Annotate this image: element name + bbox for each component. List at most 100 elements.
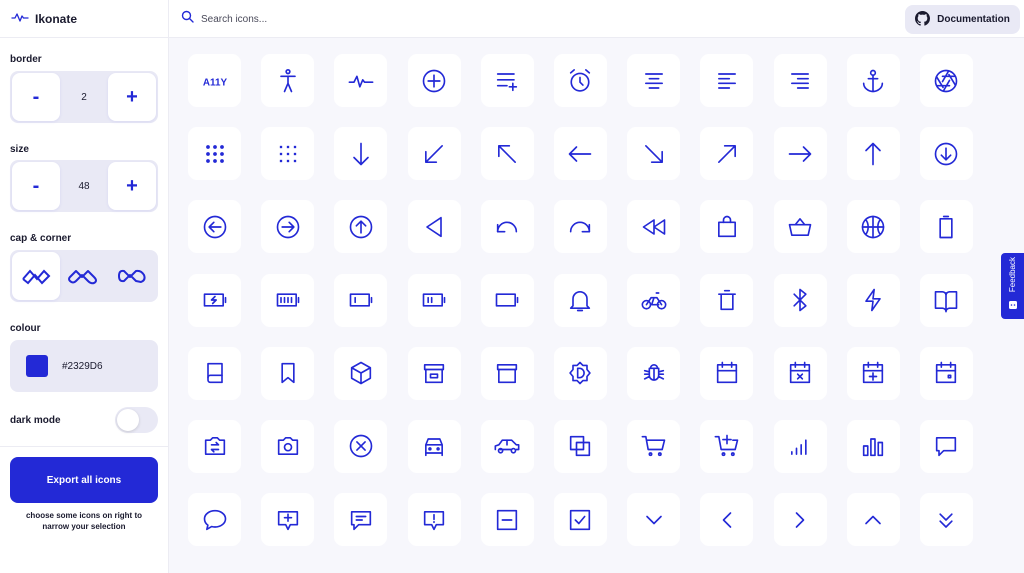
book-tile[interactable]: [188, 346, 241, 400]
chevron-right-tile[interactable]: [773, 493, 827, 547]
bookmark-tile[interactable]: [261, 346, 315, 400]
arrow-left-circle-tile[interactable]: [188, 200, 241, 254]
feedback-tab[interactable]: Feedback: [1001, 253, 1024, 319]
align-right-tile[interactable]: [773, 54, 827, 107]
rewind-tile[interactable]: [627, 200, 681, 254]
search-input[interactable]: [201, 13, 501, 25]
checkbox-icon: [570, 509, 591, 530]
car-side-tile[interactable]: [480, 419, 534, 473]
calendar-add-tile[interactable]: [846, 346, 900, 400]
align-center-tile[interactable]: [627, 54, 681, 107]
car-front-tile[interactable]: [407, 419, 461, 473]
dark-mode-toggle[interactable]: [115, 407, 158, 433]
arrow-up-circle-tile[interactable]: [334, 200, 388, 254]
box-tile[interactable]: [334, 346, 388, 400]
size-increase-button[interactable]: +: [108, 162, 156, 210]
battery-tile[interactable]: [919, 200, 973, 254]
cart-tile[interactable]: [627, 419, 681, 473]
arrow-down-tile[interactable]: [334, 127, 388, 181]
brand[interactable]: Ikonate: [0, 0, 168, 38]
bin-tile[interactable]: [700, 273, 754, 327]
box-alt-tile[interactable]: [407, 346, 461, 400]
checkbox-tile[interactable]: [553, 493, 607, 547]
apps-alt-tile[interactable]: [261, 127, 315, 181]
bluetooth-tile[interactable]: [773, 273, 827, 327]
bar-chart-tile[interactable]: [846, 419, 900, 473]
arrow-up-left-tile[interactable]: [480, 127, 534, 181]
arrow-right-circle-tile[interactable]: [261, 200, 315, 254]
cap-square-option[interactable]: [108, 252, 156, 300]
add-tile[interactable]: [407, 54, 461, 107]
chevrons-down-tile[interactable]: [919, 493, 973, 547]
back-tile[interactable]: [407, 200, 461, 254]
chat-lines-icon: [350, 510, 372, 530]
archive-tile[interactable]: [480, 346, 534, 400]
arrow-down-right-tile[interactable]: [627, 127, 681, 181]
apps-tile[interactable]: [188, 127, 241, 181]
battery-empty-tile[interactable]: [480, 273, 534, 327]
brightness-tile[interactable]: [553, 346, 607, 400]
chat-add-tile[interactable]: [261, 493, 315, 547]
chat-tile[interactable]: [919, 419, 973, 473]
chevron-down-tile[interactable]: [627, 493, 681, 547]
calendar-tile[interactable]: [700, 346, 754, 400]
accessibility-tile[interactable]: [261, 54, 315, 107]
checkbox-minus-tile[interactable]: [480, 493, 534, 547]
bike-tile[interactable]: [627, 273, 681, 327]
bag-tile[interactable]: [700, 200, 754, 254]
cancel-tile[interactable]: [334, 419, 388, 473]
undo-tile[interactable]: [480, 200, 534, 254]
size-decrease-button[interactable]: -: [12, 162, 60, 210]
chat-lines-tile[interactable]: [334, 493, 388, 547]
battery-charging-tile[interactable]: [188, 273, 241, 327]
documentation-button[interactable]: Documentation: [905, 5, 1020, 34]
chevron-up-tile[interactable]: [846, 493, 900, 547]
border-decrease-button[interactable]: -: [12, 73, 60, 121]
chat-error-tile[interactable]: [407, 493, 461, 547]
colour-picker[interactable]: #2329D6: [10, 340, 158, 392]
cap-miter-option[interactable]: [12, 252, 60, 300]
arrow-left-tile[interactable]: [553, 127, 607, 181]
calendar-event-tile[interactable]: [919, 346, 973, 400]
signal-icon: [791, 439, 807, 456]
battery-medium-tile[interactable]: [407, 273, 461, 327]
bug-tile[interactable]: [627, 346, 681, 400]
export-button[interactable]: Export all icons: [10, 457, 158, 503]
alarm-tile[interactable]: [553, 54, 607, 107]
anchor-tile[interactable]: [846, 54, 900, 107]
battery-low-tile[interactable]: [334, 273, 388, 327]
arrow-down-circle-tile[interactable]: [919, 127, 973, 181]
bell-tile[interactable]: [553, 273, 607, 327]
border-increase-button[interactable]: +: [108, 73, 156, 121]
arrow-down-left-tile[interactable]: [407, 127, 461, 181]
redo-tile[interactable]: [553, 200, 607, 254]
bolt-tile[interactable]: [846, 273, 900, 327]
basket-tile[interactable]: [773, 200, 827, 254]
book-opened-tile[interactable]: [919, 273, 973, 327]
chevron-left-tile[interactable]: [700, 493, 754, 547]
arrow-up-tile[interactable]: [846, 127, 900, 181]
align-left-tile[interactable]: [700, 54, 754, 107]
signal-tile[interactable]: [773, 419, 827, 473]
calendar-remove-tile[interactable]: [773, 346, 827, 400]
add-to-list-tile[interactable]: [480, 54, 534, 107]
bin-icon: [717, 289, 736, 311]
camera-switch-tile[interactable]: [188, 419, 241, 473]
activity-tile[interactable]: [334, 54, 388, 107]
svg-text:A11Y: A11Y: [202, 77, 227, 88]
a11y-tile[interactable]: A11Y: [188, 54, 241, 107]
camera-tile[interactable]: [261, 419, 315, 473]
aperture-tile[interactable]: [919, 54, 973, 107]
cap-round-option[interactable]: [60, 252, 108, 300]
calendar-event-icon: [936, 361, 957, 384]
battery-full-tile[interactable]: [261, 273, 315, 327]
arrow-up-circle-icon: [349, 215, 373, 239]
chat-bubble-tile[interactable]: [188, 493, 241, 547]
arrow-right-icon: [788, 145, 812, 162]
arrow-right-tile[interactable]: [773, 127, 827, 181]
basketball-tile[interactable]: [846, 200, 900, 254]
copy-tile[interactable]: [553, 419, 607, 473]
arrow-up-right-tile[interactable]: [700, 127, 754, 181]
cart-add-tile[interactable]: [700, 419, 754, 473]
colour-swatch[interactable]: [26, 355, 48, 377]
